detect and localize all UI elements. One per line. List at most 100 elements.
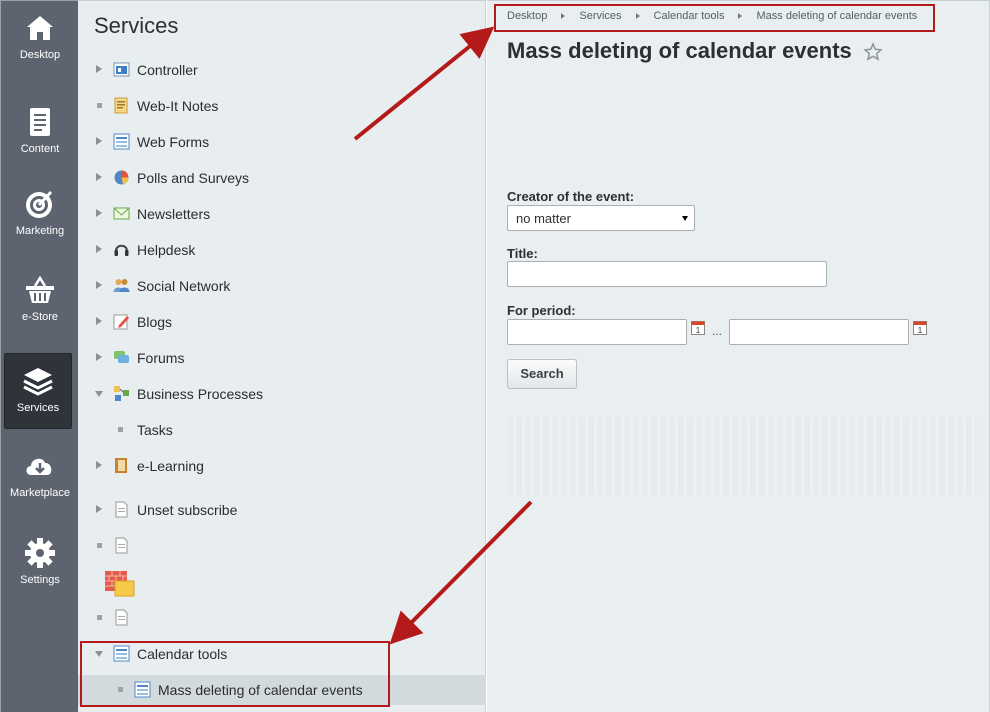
nav-marketplace-label: Marketplace	[10, 487, 70, 499]
menu-item-label: Blogs	[137, 314, 173, 330]
menu-item-polls[interactable]: Polls and Surveys	[78, 163, 486, 193]
calendar-day-label: 1	[918, 326, 923, 335]
bullet-icon	[97, 543, 102, 548]
menu-item-unnamed-3[interactable]	[78, 603, 486, 633]
nav-marketplace[interactable]: Marketplace	[1, 449, 79, 499]
collapse-arrow-icon[interactable]	[95, 391, 103, 397]
calendar-icon[interactable]: 1	[691, 321, 705, 335]
page-icon	[115, 537, 128, 554]
pencil-icon	[113, 314, 129, 330]
nav-marketing[interactable]: Marketing	[1, 187, 79, 237]
people-icon	[113, 279, 130, 292]
controller-icon	[113, 62, 130, 77]
menu-item-helpdesk[interactable]: Helpdesk	[78, 235, 486, 265]
chat-icon	[114, 351, 129, 363]
menu-item-label: Business Processes	[137, 386, 264, 402]
gear-icon	[25, 538, 55, 568]
nav-settings[interactable]: Settings	[1, 536, 79, 586]
menu-item-label: Web Forms	[137, 134, 210, 150]
calendar-day-label: 1	[696, 326, 701, 335]
highlight-box-menu	[80, 641, 390, 707]
menu-item-label: Social Network	[137, 278, 231, 294]
menu-item-business-processes[interactable]: Business Processes	[78, 379, 486, 409]
main-navigation: Desktop Content Marketing e-Store Servic…	[0, 0, 78, 712]
bullet-icon	[118, 427, 123, 432]
title-input[interactable]	[507, 261, 827, 287]
menu-item-label: Newsletters	[137, 206, 211, 222]
menu-item-label: Web-It Notes	[137, 98, 219, 114]
menu-item-web-it-notes[interactable]: Web-It Notes	[78, 91, 486, 121]
expand-arrow-icon[interactable]	[96, 137, 102, 145]
menu-item-unnamed-2[interactable]	[78, 567, 486, 597]
menu-item-unset-subscribe[interactable]: Unset subscribe	[78, 495, 486, 525]
headset-icon	[114, 244, 129, 256]
menu-item-unnamed-1[interactable]	[78, 531, 486, 561]
expand-arrow-icon[interactable]	[96, 461, 102, 469]
nav-settings-label: Settings	[20, 574, 60, 586]
menu-item-controller[interactable]: Controller	[78, 55, 486, 85]
star-icon[interactable]	[863, 42, 883, 62]
nav-services[interactable]: Services	[4, 353, 72, 429]
period-from-input[interactable]	[507, 319, 687, 345]
bullet-icon	[97, 103, 102, 108]
layers-icon	[23, 368, 53, 396]
nav-marketing-label: Marketing	[15, 225, 65, 237]
expand-arrow-icon[interactable]	[96, 245, 102, 253]
nav-estore[interactable]: e-Store	[1, 273, 79, 323]
cloud-download-icon	[26, 458, 52, 475]
menu-item-label: Forums	[137, 350, 185, 366]
nav-content-label: Content	[20, 143, 60, 155]
expand-arrow-icon[interactable]	[96, 209, 102, 217]
nav-estore-label: e-Store	[21, 311, 59, 323]
expand-arrow-icon[interactable]	[96, 505, 102, 513]
menu-item-forums[interactable]: Forums	[78, 343, 486, 373]
nav-services-label: Services	[16, 402, 60, 414]
menu-item-e-learning[interactable]: e-Learning	[78, 451, 486, 481]
home-icon	[27, 16, 53, 40]
menu-item-social-network[interactable]: Social Network	[78, 271, 486, 301]
menu-item-blogs[interactable]: Blogs	[78, 307, 486, 337]
menu-item-newsletters[interactable]: Newsletters	[78, 199, 486, 229]
title-label: Title:	[507, 246, 538, 261]
chevron-down-icon	[682, 216, 688, 221]
expand-arrow-icon[interactable]	[96, 317, 102, 325]
notes-icon	[114, 97, 128, 114]
faded-placeholder-area	[507, 417, 977, 495]
form-icon	[113, 133, 130, 150]
expand-arrow-icon[interactable]	[96, 281, 102, 289]
menu-item-label: Unset subscribe	[137, 502, 238, 518]
page-icon	[115, 609, 128, 626]
menu-item-tasks[interactable]: Tasks	[78, 415, 486, 445]
creator-label: Creator of the event:	[507, 189, 635, 204]
firewall-icon	[105, 571, 135, 597]
menu-item-web-forms[interactable]: Web Forms	[78, 127, 486, 157]
highlight-box-breadcrumb	[494, 4, 935, 32]
period-to-input[interactable]	[729, 319, 909, 345]
calendar-icon[interactable]: 1	[913, 321, 927, 335]
creator-select[interactable]: no matter	[507, 205, 695, 231]
menu-item-label: Helpdesk	[137, 242, 196, 258]
page-title: Mass deleting of calendar events	[507, 38, 852, 63]
page-icon	[115, 501, 128, 518]
period-label: For period:	[507, 303, 576, 318]
expand-arrow-icon[interactable]	[96, 173, 102, 181]
nav-desktop[interactable]: Desktop	[1, 11, 79, 61]
menu-item-label: Tasks	[137, 422, 173, 438]
expand-arrow-icon[interactable]	[96, 353, 102, 361]
search-button[interactable]: Search	[507, 359, 577, 389]
period-separator: ...	[712, 324, 723, 338]
services-menu: Services Controller Web-It Notes Web For…	[78, 0, 486, 712]
menu-item-label: Polls and Surveys	[137, 170, 250, 186]
nav-content[interactable]: Content	[1, 105, 79, 155]
menu-item-label: e-Learning	[137, 458, 204, 474]
pie-icon	[114, 170, 129, 185]
basket-icon	[26, 275, 54, 303]
menu-item-label: Controller	[137, 62, 198, 78]
nav-desktop-label: Desktop	[19, 49, 61, 61]
main-content: Desktop Services Calendar tools Mass deleti…	[487, 0, 990, 712]
envelope-icon	[113, 207, 130, 220]
target-icon	[26, 190, 53, 218]
creator-select-value: no matter	[516, 211, 571, 226]
process-icon	[114, 386, 129, 401]
expand-arrow-icon[interactable]	[96, 65, 102, 73]
